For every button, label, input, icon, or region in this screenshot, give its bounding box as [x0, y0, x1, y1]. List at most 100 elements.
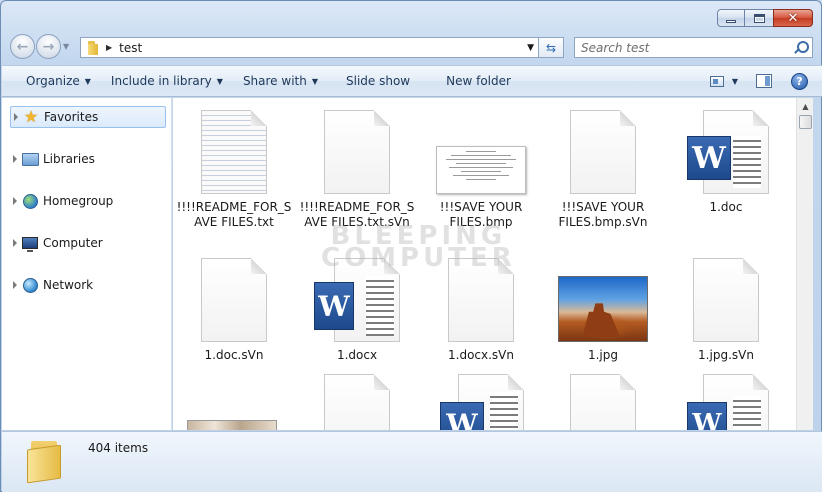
computer-icon [21, 235, 39, 252]
file-item[interactable]: !!!!README_FOR_SAVE FILES.txt [175, 110, 293, 230]
forward-button[interactable]: → [36, 34, 61, 59]
include-in-library-label: Include in library [110, 74, 212, 88]
file-name: 1.doc.sVn [204, 348, 264, 362]
organize-button[interactable]: Organize ▼ [16, 74, 101, 88]
expand-arrow-icon[interactable] [13, 239, 17, 247]
forward-arrow-icon: → [42, 38, 55, 55]
nav-item-favorites[interactable]: ★ Favorites [10, 106, 166, 128]
views-icon[interactable] [709, 75, 724, 87]
file-name: 1.docx.sVn [448, 348, 514, 362]
nav-item-label: Homegroup [43, 194, 114, 208]
nav-item-label: Computer [43, 236, 103, 250]
search-input[interactable] [575, 40, 785, 55]
watermark-line2: COMPUTER [321, 243, 516, 273]
slide-show-button[interactable]: Slide show [336, 74, 420, 88]
chevron-down-icon: ▼ [84, 77, 91, 86]
include-in-library-button[interactable]: Include in library ▼ [101, 74, 233, 88]
file-item[interactable]: 1.docx.sVn [422, 258, 540, 363]
refresh-button[interactable]: ⇆ [539, 37, 564, 58]
maximize-button[interactable] [744, 9, 774, 27]
file-item[interactable]: W 1.doc [667, 110, 785, 215]
new-folder-label: New folder [446, 74, 511, 88]
command-bar-right: ▼ ? [709, 72, 822, 90]
blank-file-icon [570, 110, 636, 194]
star-icon: ★ [23, 107, 39, 126]
close-button[interactable]: ✕ [773, 9, 813, 27]
organize-label: Organize [26, 74, 80, 88]
preview-pane-icon[interactable] [756, 74, 772, 88]
search-box [574, 37, 813, 58]
caption-buttons: ✕ [717, 9, 813, 27]
folder-icon [27, 441, 63, 484]
file-name: !!!!README_FOR_SAVE FILES.txt [176, 200, 292, 229]
file-item[interactable]: W 1.docx [298, 258, 416, 363]
refresh-icon: ⇆ [545, 40, 557, 55]
file-item[interactable]: 1.jpg [544, 258, 662, 363]
file-name: !!!SAVE YOUR FILES.bmp.sVn [558, 200, 648, 229]
file-item[interactable]: !!!!README_FOR_SAVE FILES.txt.sVn [298, 110, 416, 230]
text-file-icon [201, 110, 267, 194]
help-icon[interactable]: ? [791, 72, 808, 90]
file-name: 1.doc [709, 200, 743, 214]
command-bar: Organize ▼ Include in library ▼ Share with… [2, 65, 822, 97]
homegroup-icon [21, 193, 39, 209]
minimize-button[interactable] [717, 9, 745, 27]
blank-file-icon [324, 374, 390, 430]
history-buttons: ← → ▼ [10, 34, 69, 59]
address-bar[interactable]: ▶ test ▼ [80, 37, 539, 58]
photo-thumbnail-icon [557, 258, 649, 342]
expand-arrow-icon[interactable] [13, 281, 17, 289]
nav-item-label: Favorites [44, 110, 99, 124]
breadcrumb-chevron-icon[interactable]: ▶ [106, 43, 112, 52]
expand-arrow-icon[interactable] [13, 155, 17, 163]
file-item[interactable] [298, 374, 416, 430]
explorer-window: ✕ ← → ▼ ▶ test ▼ ⇆ Organize ▼ Include in … [0, 0, 822, 492]
nav-item-libraries[interactable]: Libraries [10, 148, 166, 170]
file-item[interactable]: !!!SAVE YOUR FILES.bmp [422, 110, 540, 230]
nav-item-network[interactable]: Network [10, 274, 166, 296]
word-document-icon: W [683, 110, 769, 194]
file-item[interactable]: 1.jpg.sVn [667, 258, 785, 363]
item-count: 404 items [88, 441, 149, 455]
address-dropdown-icon[interactable]: ▼ [527, 43, 534, 53]
watermark: BLEEPING COMPUTER [321, 223, 516, 273]
chevron-down-icon: ▼ [216, 77, 223, 86]
new-folder-button[interactable]: New folder [436, 74, 521, 88]
file-item[interactable] [173, 374, 291, 430]
file-item[interactable]: W [422, 374, 540, 430]
nav-item-homegroup[interactable]: Homegroup [10, 190, 166, 212]
recent-pages-dropdown[interactable]: ▼ [63, 42, 69, 51]
expand-arrow-icon[interactable] [13, 197, 17, 205]
share-with-button[interactable]: Share with ▼ [233, 74, 328, 88]
views-dropdown-icon[interactable]: ▼ [732, 77, 738, 86]
details-pane: 404 items [2, 431, 822, 492]
back-button[interactable]: ← [10, 34, 35, 59]
word-document-icon: W [683, 374, 769, 430]
scrollbar-thumb[interactable] [799, 115, 812, 129]
chevron-down-icon: ▼ [311, 77, 318, 86]
bitmap-thumbnail-icon [435, 110, 527, 194]
vertical-scrollbar[interactable]: ▲ [796, 98, 813, 430]
nav-item-computer[interactable]: Computer [10, 232, 166, 254]
close-icon: ✕ [787, 10, 799, 26]
breadcrumb-current[interactable]: test [119, 41, 142, 55]
file-item[interactable]: W [667, 374, 785, 430]
network-icon [21, 277, 39, 293]
libraries-icon [21, 151, 39, 167]
search-icon[interactable] [794, 41, 809, 54]
navigation-pane: ★ Favorites Libraries Homegroup Computer… [2, 98, 172, 430]
nav-item-label: Libraries [43, 152, 95, 166]
file-item[interactable] [544, 374, 662, 430]
blank-file-icon [693, 258, 759, 342]
blank-file-icon [324, 110, 390, 194]
share-with-label: Share with [242, 74, 307, 88]
blank-file-icon [570, 374, 636, 430]
file-item[interactable]: !!!SAVE YOUR FILES.bmp.sVn [544, 110, 662, 230]
blank-file-icon [201, 258, 267, 342]
file-item[interactable]: 1.doc.sVn [175, 258, 293, 363]
minimize-icon [726, 19, 736, 23]
file-name: 1.docx [336, 348, 378, 362]
nav-item-label: Network [43, 278, 94, 292]
scroll-up-icon[interactable]: ▲ [797, 98, 814, 115]
expand-arrow-icon[interactable] [14, 113, 18, 121]
